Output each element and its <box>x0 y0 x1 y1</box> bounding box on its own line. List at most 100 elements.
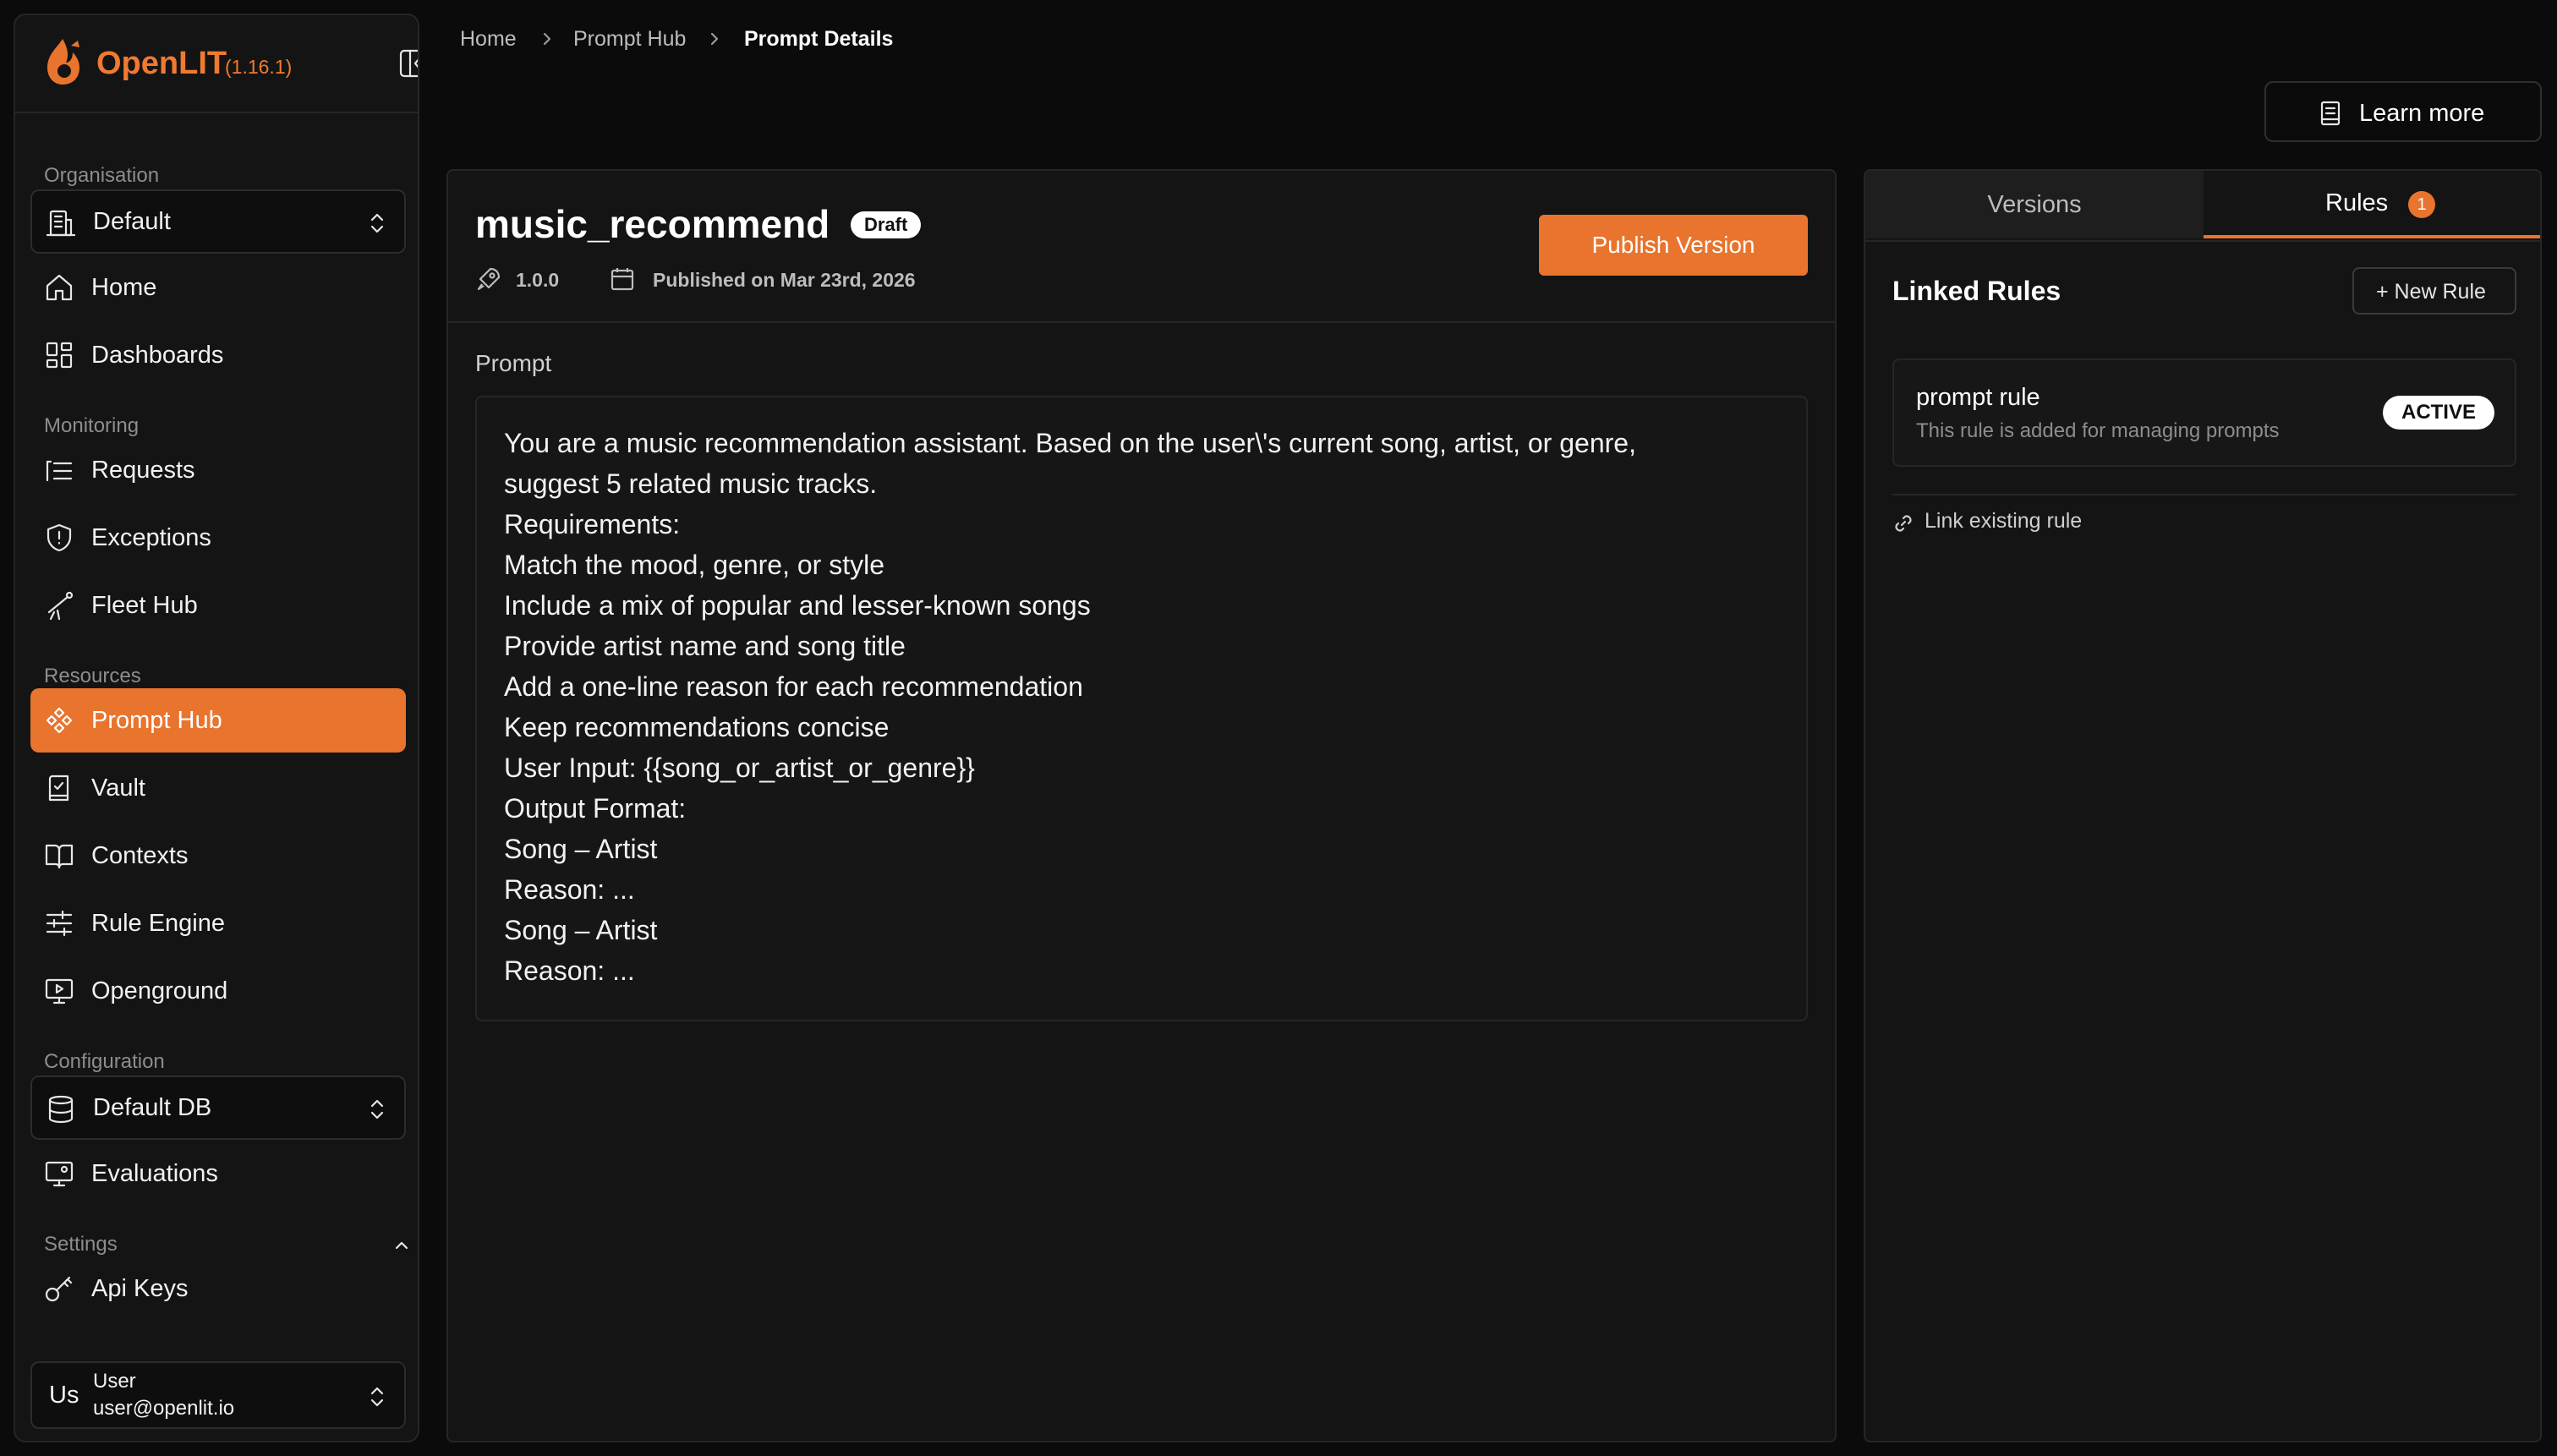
prompt-version: 1.0.0 <box>516 269 560 291</box>
list-icon <box>44 455 74 485</box>
sliders-icon <box>44 908 74 939</box>
new-rule-label: + New Rule <box>2376 280 2486 304</box>
rules-count-badge: 1 <box>2408 191 2435 218</box>
divider <box>1892 494 2516 495</box>
tab-rules-label: Rules <box>2325 189 2389 216</box>
learn-more-button[interactable]: Learn more <box>2264 81 2542 142</box>
learn-more-label: Learn more <box>2359 100 2485 127</box>
sidebar-item-label: Openground <box>91 977 228 1004</box>
rule-card[interactable]: prompt rule This rule is added for manag… <box>1892 359 2516 467</box>
sidebar-item-label: Requests <box>91 457 195 484</box>
chevrons-up-down-icon <box>367 1096 387 1123</box>
sidebar-item-label: Contexts <box>91 842 189 869</box>
monitor-play-icon <box>44 976 74 1006</box>
organisation-select[interactable]: Default <box>30 189 406 254</box>
status-badge: Draft <box>851 211 922 238</box>
key-icon <box>44 1273 74 1304</box>
sidebar-item-label: Rule Engine <box>91 910 225 937</box>
calendar-icon <box>609 265 636 293</box>
tabs-divider <box>1865 240 2540 242</box>
book-icon <box>2319 100 2342 127</box>
prompt-line: Include a mix of popular and lesser-know… <box>504 590 1091 621</box>
chevron-up-icon[interactable] <box>392 1236 411 1255</box>
sidebar-item-fleet-hub[interactable]: Fleet Hub <box>30 573 406 638</box>
database-icon <box>46 1094 76 1125</box>
home-icon <box>44 272 74 303</box>
tab-rules[interactable]: Rules 1 <box>2204 171 2540 238</box>
publish-version-button[interactable]: Publish Version <box>1539 215 1808 276</box>
brand-version: (1.16.1) <box>225 56 293 78</box>
link-existing-label: Link existing rule <box>1925 509 2083 533</box>
avatar: Us <box>49 1382 79 1409</box>
database-value: Default DB <box>93 1094 212 1121</box>
sidebar-item-openground[interactable]: Openground <box>30 959 406 1023</box>
telescope-icon <box>44 590 74 621</box>
shield-alert-icon <box>44 523 74 553</box>
prompt-content: You are a music recommendation assistant… <box>475 396 1808 1021</box>
sidebar-item-label: Prompt Hub <box>91 707 222 734</box>
prompt-line: User Input: {{song_or_artist_or_genre}} <box>504 753 975 783</box>
prompt-hub-icon <box>44 705 74 736</box>
tab-versions[interactable]: Versions <box>1865 171 2204 238</box>
user-email: user@openlit.io <box>93 1397 235 1420</box>
user-menu[interactable]: Us User user@openlit.io <box>30 1361 406 1429</box>
sidebar-item-label: Home <box>91 274 157 301</box>
breadcrumb-current: Prompt Details <box>744 27 894 51</box>
linked-rules-title: Linked Rules <box>1892 276 2061 306</box>
prompt-line: Requirements: <box>504 509 681 539</box>
new-rule-button[interactable]: + New Rule <box>2352 267 2516 315</box>
section-organisation: Organisation <box>44 164 160 187</box>
link-icon <box>1892 512 1914 534</box>
sidebar-item-api-keys[interactable]: Api Keys <box>30 1256 406 1321</box>
sidebar-item-label: Exceptions <box>91 524 211 551</box>
prompt-details-panel: music_recommend Draft 1.0.0 Published on… <box>446 169 1837 1442</box>
sidebar-item-exceptions[interactable]: Exceptions <box>30 506 406 570</box>
rule-description: This rule is added for managing prompts <box>1916 419 2280 442</box>
book-open-icon <box>44 840 74 871</box>
rule-name: prompt rule <box>1916 384 2040 411</box>
vault-icon <box>44 773 74 803</box>
breadcrumb-prompt-hub[interactable]: Prompt Hub <box>573 27 686 52</box>
prompt-line: Song – Artist <box>504 915 658 945</box>
prompt-header: music_recommend Draft 1.0.0 Published on… <box>448 171 1835 323</box>
prompt-line: suggest 5 related music tracks. <box>504 468 878 499</box>
sidebar-item-label: Vault <box>91 775 145 802</box>
section-monitoring: Monitoring <box>44 414 140 437</box>
prompt-line: Provide artist name and song title <box>504 631 906 661</box>
prompt-line: You are a music recommendation assistant… <box>504 428 1636 458</box>
chevron-right-icon <box>707 30 722 47</box>
sidebar-item-label: Api Keys <box>91 1275 189 1302</box>
database-select[interactable]: Default DB <box>30 1076 406 1140</box>
prompt-title: music_recommend <box>475 202 830 246</box>
openlit-logo-icon <box>41 36 85 86</box>
sidebar-item-prompt-hub[interactable]: Prompt Hub <box>30 688 406 753</box>
rocket-icon <box>475 265 502 293</box>
building-icon <box>46 208 76 238</box>
prompt-line: Add a one-line reason for each recommend… <box>504 671 1083 702</box>
sidebar-item-dashboards[interactable]: Dashboards <box>30 323 406 387</box>
prompt-line: Song – Artist <box>504 834 658 864</box>
status-badge: ACTIVE <box>2383 396 2494 430</box>
published-date: Published on Mar 23rd, 2026 <box>653 269 916 291</box>
prompt-line: Match the mood, genre, or style <box>504 550 884 580</box>
section-configuration: Configuration <box>44 1050 165 1073</box>
sidebar-item-contexts[interactable]: Contexts <box>30 824 406 888</box>
breadcrumb-home[interactable]: Home <box>460 27 517 52</box>
chevron-right-icon <box>539 30 555 47</box>
sidebar-item-label: Evaluations <box>91 1160 218 1187</box>
collapse-sidebar-icon[interactable] <box>399 49 418 78</box>
sidebar-item-rule-engine[interactable]: Rule Engine <box>30 891 406 955</box>
user-name: User <box>93 1370 136 1393</box>
prompt-line: Reason: ... <box>504 874 635 905</box>
dashboard-icon <box>44 340 74 370</box>
sidebar-item-label: Fleet Hub <box>91 592 198 619</box>
sidebar-item-evaluations[interactable]: Evaluations <box>30 1141 406 1206</box>
sidebar-item-home[interactable]: Home <box>30 255 406 320</box>
prompt-line: Keep recommendations concise <box>504 712 890 742</box>
rules-panel: Versions Rules 1 Linked Rules + New Rule… <box>1864 169 2542 1442</box>
prompt-section-label: Prompt <box>475 350 552 376</box>
prompt-line: Reason: ... <box>504 955 635 986</box>
sidebar-item-label: Dashboards <box>91 342 224 369</box>
sidebar-item-requests[interactable]: Requests <box>30 438 406 502</box>
sidebar-item-vault[interactable]: Vault <box>30 756 406 820</box>
